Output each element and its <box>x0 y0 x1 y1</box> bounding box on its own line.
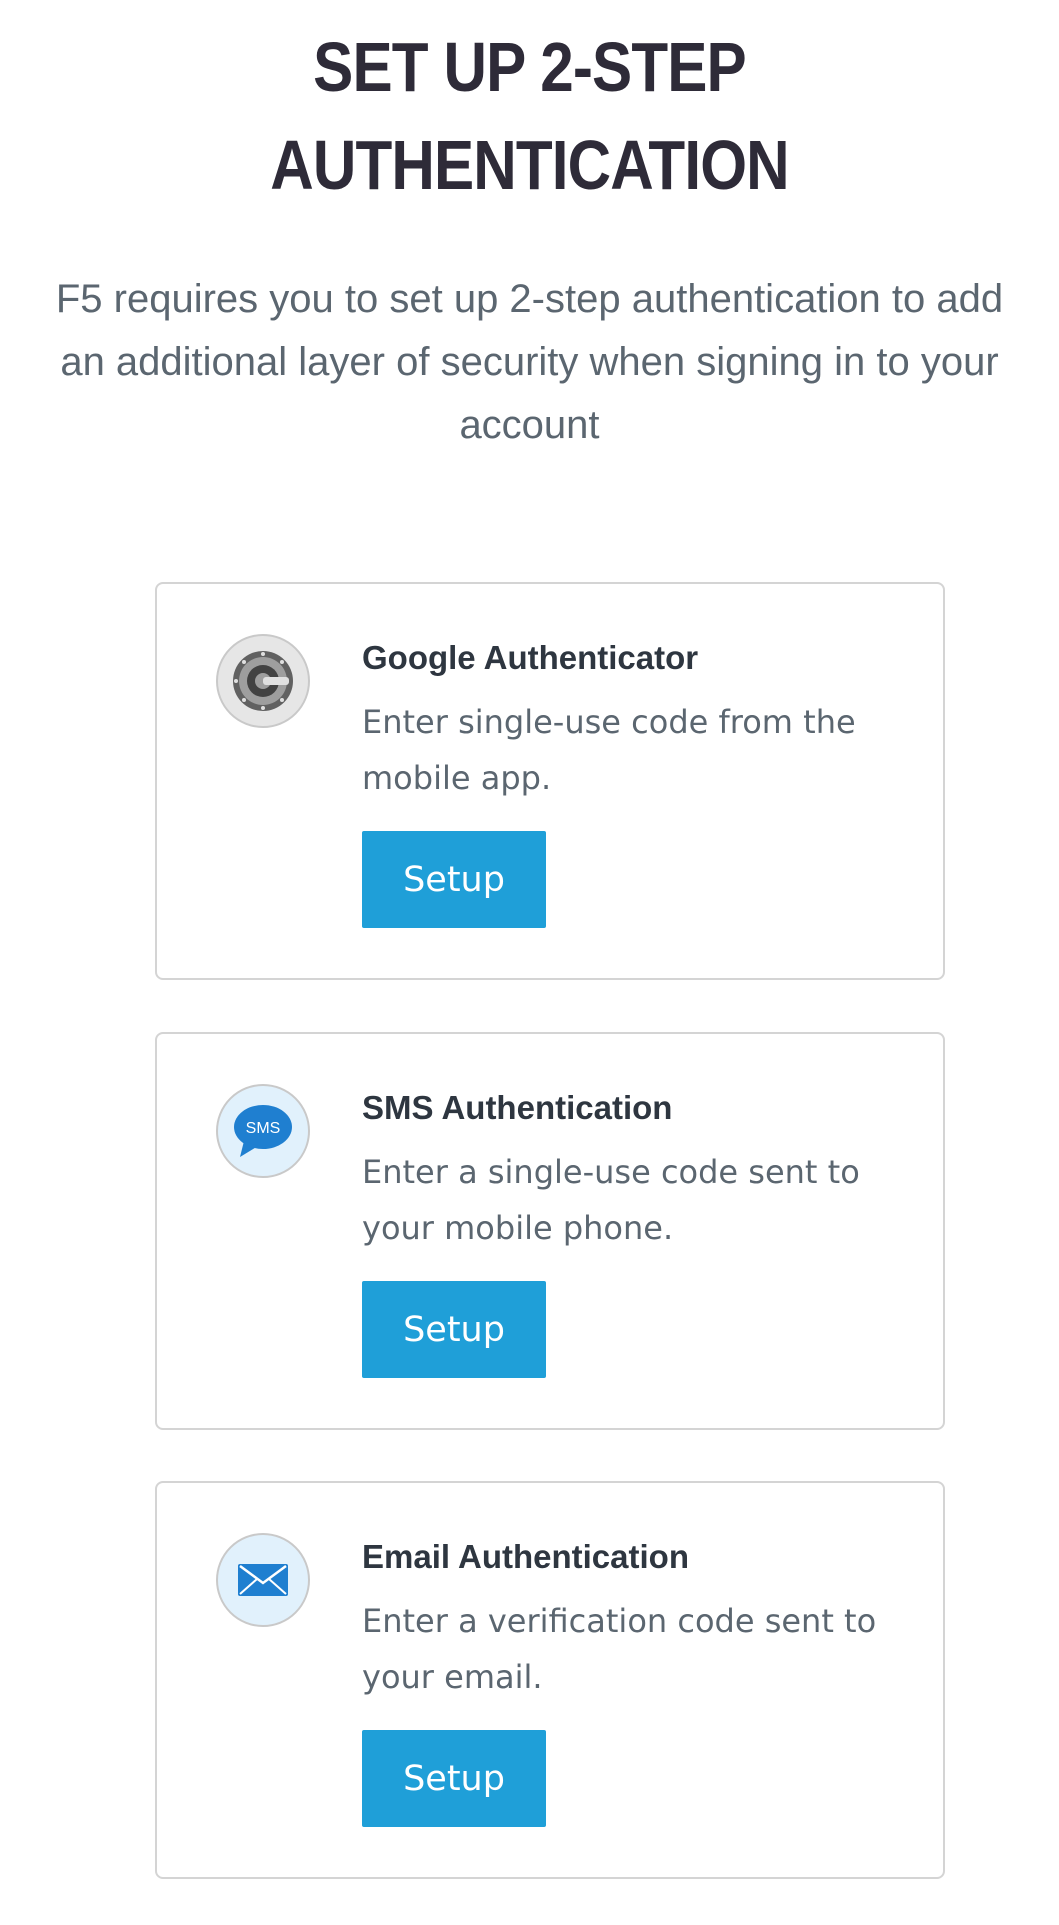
google-authenticator-icon <box>216 634 310 728</box>
email-authentication-description: Enter a verification code sent to your e… <box>362 1602 877 1696</box>
svg-text:SMS: SMS <box>246 1120 281 1137</box>
sms-authentication-card: SMS SMS Authentication Enter a single-us… <box>155 1032 945 1430</box>
google-authenticator-description: Enter single-use code from the mobile ap… <box>362 703 856 797</box>
sms-authentication-setup-button[interactable]: Setup <box>362 1281 546 1378</box>
email-authentication-setup-button[interactable]: Setup <box>362 1730 546 1827</box>
envelope-icon <box>216 1533 310 1627</box>
google-authenticator-card: Google Authenticator Enter single-use co… <box>155 582 945 980</box>
google-authenticator-title: Google Authenticator <box>362 639 699 676</box>
page-subtitle: F5 requires you to set up 2-step authent… <box>55 277 1004 447</box>
page-title: SET UP 2-STEP AUTHENTICATION <box>270 28 789 204</box>
sms-authentication-description: Enter a single-use code sent to your mob… <box>362 1153 860 1247</box>
google-authenticator-setup-button[interactable]: Setup <box>362 831 546 928</box>
sms-bubble-icon: SMS <box>216 1084 310 1178</box>
sms-authentication-title: SMS Authentication <box>362 1089 673 1126</box>
email-authentication-title: Email Authentication <box>362 1538 689 1575</box>
email-authentication-card: Email Authentication Enter a verificatio… <box>155 1481 945 1879</box>
